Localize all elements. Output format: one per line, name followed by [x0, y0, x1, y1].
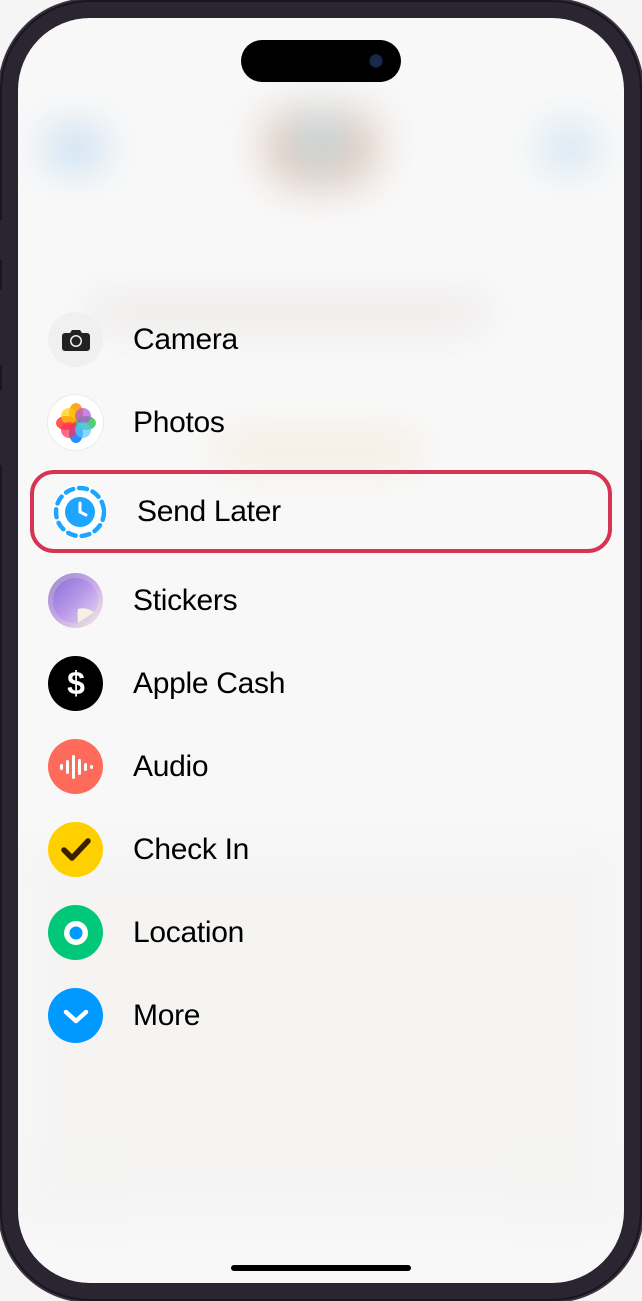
menu-item-more[interactable]: More	[18, 974, 624, 1057]
menu-item-camera[interactable]: Camera	[18, 298, 624, 381]
chevron-down-icon	[48, 988, 103, 1043]
menu-item-photos[interactable]: Photos	[18, 381, 624, 464]
checkmark-icon	[48, 822, 103, 877]
home-indicator[interactable]	[231, 1265, 411, 1271]
plus-menu-sheet: Camera Photos	[18, 298, 624, 1283]
front-camera	[369, 54, 383, 68]
svg-text:$: $	[67, 666, 85, 701]
volume-down-button	[0, 390, 2, 465]
menu-label-check-in: Check In	[133, 833, 249, 867]
menu-label-send-later: Send Later	[137, 495, 281, 529]
dynamic-island	[241, 40, 401, 82]
menu-label-stickers: Stickers	[133, 584, 237, 618]
clock-dashed-icon	[52, 484, 107, 539]
volume-up-button	[0, 290, 2, 365]
location-dot-icon	[48, 905, 103, 960]
phone-screen: Camera Photos	[18, 18, 624, 1283]
menu-item-location[interactable]: Location	[18, 891, 624, 974]
menu-label-location: Location	[133, 916, 244, 950]
mute-switch	[0, 220, 2, 260]
menu-item-send-later[interactable]: Send Later	[30, 470, 612, 553]
menu-item-check-in[interactable]: Check In	[18, 808, 624, 891]
stickers-icon	[48, 573, 103, 628]
menu-label-camera: Camera	[133, 323, 238, 357]
menu-label-apple-cash: Apple Cash	[133, 667, 285, 701]
photos-icon	[48, 395, 103, 450]
waveform-icon	[48, 739, 103, 794]
menu-label-audio: Audio	[133, 750, 208, 784]
menu-label-more: More	[133, 999, 200, 1033]
menu-item-stickers[interactable]: Stickers	[18, 559, 624, 642]
menu-label-photos: Photos	[133, 406, 225, 440]
camera-icon	[48, 312, 103, 367]
menu-item-apple-cash[interactable]: $ Apple Cash	[18, 642, 624, 725]
menu-item-audio[interactable]: Audio	[18, 725, 624, 808]
iphone-frame: Camera Photos	[0, 0, 642, 1301]
dollar-icon: $	[48, 656, 103, 711]
